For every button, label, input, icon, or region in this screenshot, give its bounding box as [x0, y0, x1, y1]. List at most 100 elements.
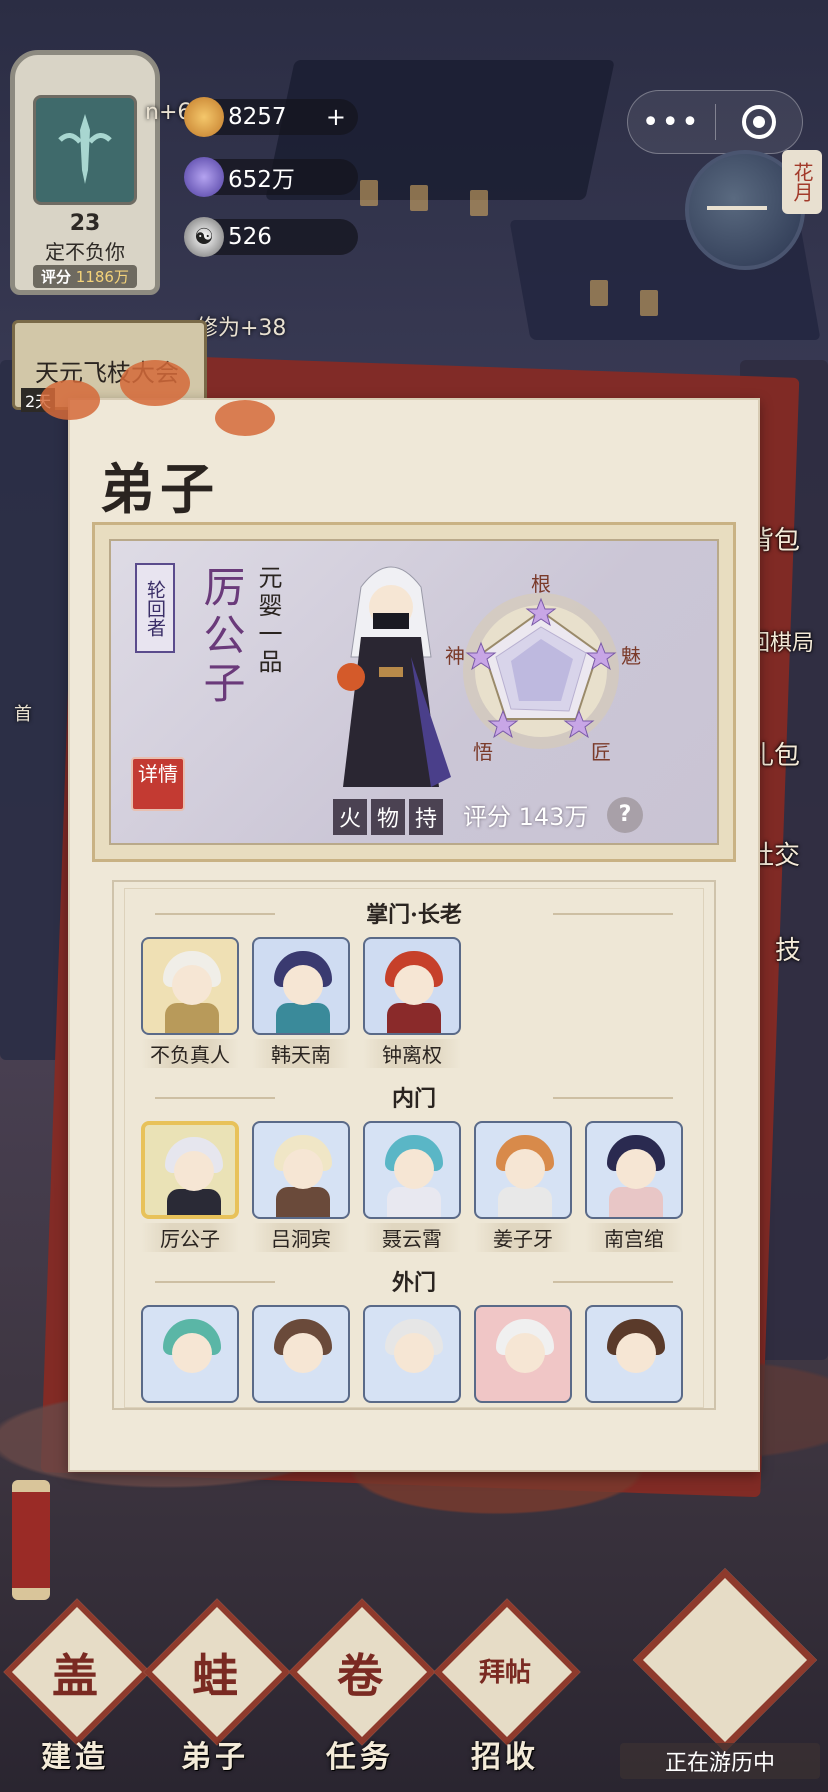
add-gold-button[interactable]: + [326, 103, 346, 131]
avatar-face [283, 965, 323, 1005]
disciple-card-name: 不负真人 [141, 1039, 239, 1068]
disciple-card[interactable]: 不负真人 [141, 937, 239, 1073]
avatar-face [174, 1151, 214, 1191]
detail-button[interactable]: 详情 [131, 757, 185, 811]
disciple-avatar [252, 937, 350, 1035]
resource-value: 526 [228, 224, 272, 250]
close-miniprogram-button[interactable] [716, 105, 803, 139]
avatar-face [394, 1149, 434, 1189]
radar-label: 神 [445, 644, 465, 668]
disciple-card[interactable] [585, 1305, 683, 1408]
sword-icon [33, 95, 137, 205]
avatar-face [394, 965, 434, 1005]
avatar-face [505, 1333, 545, 1373]
disciple-card[interactable]: 韩天南 [252, 937, 350, 1073]
avatar-body [276, 1371, 330, 1401]
disciple-card[interactable]: 聂云霄 [363, 1121, 461, 1257]
avatar-body [609, 1371, 663, 1401]
maple-leaf-decoration [40, 380, 100, 420]
disciple-card-name: 吕洞宾 [252, 1223, 350, 1252]
attribute-radar: 根 魅 匠 悟 神 [445, 572, 641, 761]
window-light [640, 290, 658, 316]
disciple-name: 厉公子 [197, 565, 246, 709]
window-light [360, 180, 378, 206]
trait-tag: 火 [333, 799, 368, 835]
avatar-body [498, 1187, 552, 1217]
disciple-card[interactable] [252, 1305, 350, 1408]
avatar-face [394, 1333, 434, 1373]
gold-coin-icon [184, 97, 224, 137]
sect-emblem[interactable]: 23 定不负你 评分 1186万 [10, 50, 160, 295]
disciple-card[interactable] [474, 1305, 572, 1408]
avatar-face [172, 965, 212, 1005]
disciple-avatar [141, 937, 239, 1035]
side-button-chess[interactable]: 回棋局 [748, 625, 828, 657]
nav-label: 建造 [41, 1740, 109, 1775]
nav-glyph: 卷 [337, 1649, 383, 1703]
miniprogram-capsule: ••• [627, 90, 803, 154]
radar-label: 根 [531, 572, 551, 596]
avatar-body [276, 1187, 330, 1217]
close-target-icon [741, 105, 776, 139]
disciple-card[interactable]: 钟离权 [363, 937, 461, 1073]
avatar-face [283, 1149, 323, 1189]
radar-label: 匠 [591, 740, 611, 761]
disciple-score: 评分 143万 [463, 803, 589, 831]
rank-seal: 轮回者 [135, 563, 175, 653]
side-button-bag[interactable]: 背包 [748, 520, 828, 557]
maple-leaf-decoration [120, 360, 190, 406]
nav-disciples[interactable]: 蛙 弟子 [140, 1598, 291, 1780]
disciple-card[interactable]: 厉公子 [141, 1121, 239, 1257]
disciple-card[interactable] [141, 1305, 239, 1408]
avatar-body [167, 1189, 221, 1215]
disciple-card[interactable]: 姜子牙 [474, 1121, 572, 1257]
help-button[interactable]: ? [607, 797, 643, 833]
resource-crystal[interactable]: 652万 [184, 157, 358, 197]
disciple-card-name: 厉公子 [141, 1223, 239, 1252]
avatar-face [505, 1149, 545, 1189]
season-badge: 花月 [782, 150, 822, 214]
clock-hand [707, 206, 767, 210]
roster-row: 不负真人 韩天南 钟离权 [125, 937, 703, 1073]
travel-button[interactable]: 正在游历中 [620, 1568, 820, 1785]
disciple-avatar [252, 1121, 350, 1219]
trait-tag: 物 [371, 799, 406, 835]
radar-label: 魅 [621, 644, 641, 668]
resource-yinyang[interactable]: ☯ 526 [184, 217, 358, 257]
nav-glyph: 盖 [52, 1649, 98, 1703]
disciple-card-name: 聂云霄 [363, 1223, 461, 1252]
nav-glyph: 蛙 [192, 1649, 238, 1703]
nav-build[interactable]: 盖 建造 [0, 1598, 151, 1780]
disciple-card-name: 南宫绾 [585, 1223, 683, 1252]
avatar-body [609, 1187, 663, 1217]
side-button-gift[interactable]: 礼包 [748, 735, 828, 772]
disciple-avatar [141, 1305, 239, 1403]
side-button-social[interactable]: 社交 [748, 835, 828, 872]
avatar-face [283, 1333, 323, 1373]
avatar-face [616, 1333, 656, 1373]
disciple-realm: 元婴一品 [254, 565, 282, 677]
more-options-button[interactable]: ••• [628, 105, 715, 140]
disciple-avatar [141, 1121, 239, 1219]
disciple-card[interactable]: 吕洞宾 [252, 1121, 350, 1257]
disciple-card[interactable]: 南宫绾 [585, 1121, 683, 1257]
roster-section-title: 掌门·长老 [125, 889, 703, 937]
resource-gold[interactable]: 8257 + [184, 97, 358, 137]
trait-tag: 持 [409, 799, 444, 835]
radar-label: 悟 [473, 740, 493, 761]
resource-value: 652万 [228, 167, 295, 193]
nav-tasks[interactable]: 卷 任务 [285, 1598, 436, 1780]
left-hint-text: 首 [14, 704, 32, 725]
roster-row [125, 1305, 703, 1408]
disciple-roster[interactable]: 掌门·长老 不负真人 韩天南 钟离权 内门 厉公子 吕洞宾 聂云霄 姜子牙 南宫绾 外门 [112, 880, 716, 1410]
yinyang-icon: ☯ [184, 217, 224, 257]
window-light [410, 185, 428, 211]
side-button-skill[interactable]: 技 [748, 930, 828, 967]
cultivation-gain-text: 修为+38 [196, 316, 287, 341]
scroll-icon[interactable] [12, 1480, 50, 1600]
nav-label: 任务 [326, 1740, 394, 1775]
nav-recruit[interactable]: 拜帖 招收 [430, 1598, 581, 1780]
disciple-avatar [474, 1305, 572, 1403]
travel-cloud-icon [633, 1568, 817, 1752]
disciple-card[interactable] [363, 1305, 461, 1408]
